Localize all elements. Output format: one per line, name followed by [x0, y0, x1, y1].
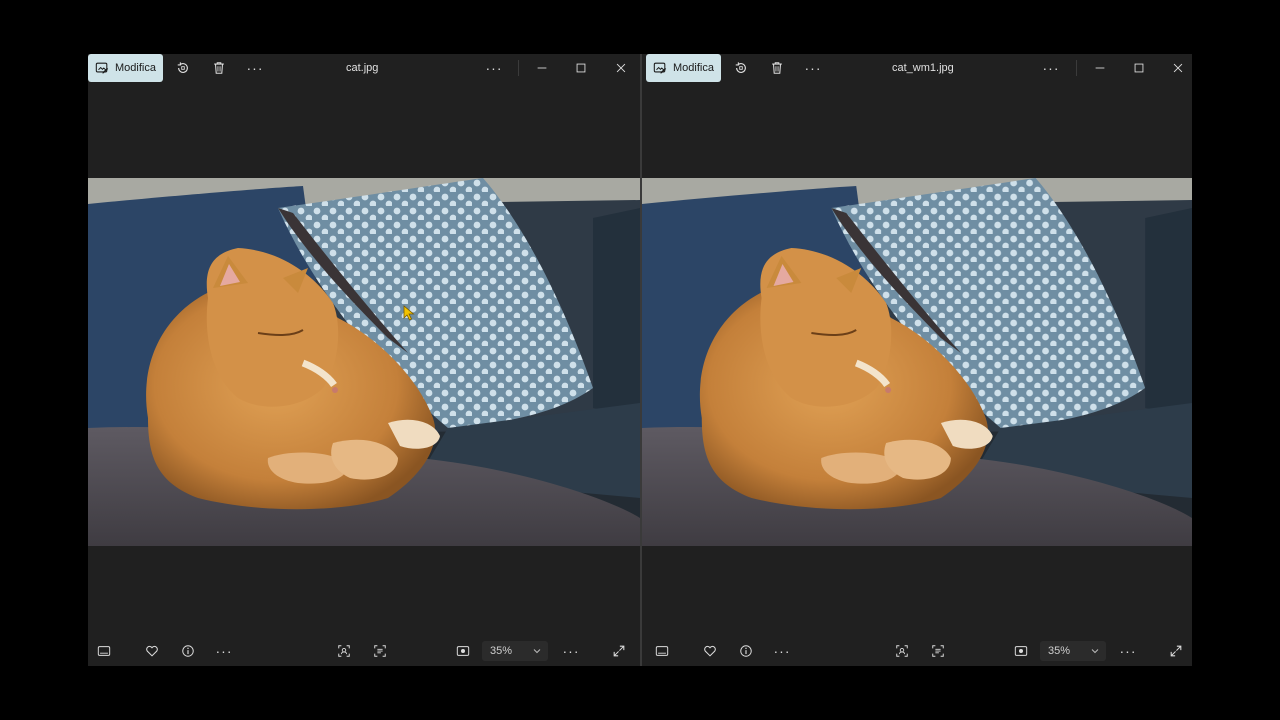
trash-icon[interactable] [211, 60, 227, 76]
chevron-down-icon [532, 646, 542, 656]
info-icon[interactable] [180, 643, 196, 659]
divider [1076, 60, 1077, 76]
bottom-toolbar: ··· 35% ··· [88, 636, 640, 666]
maximize-icon[interactable] [1131, 60, 1147, 76]
more-icon[interactable]: ··· [805, 60, 821, 76]
photo-image[interactable] [642, 178, 1192, 546]
rotate-icon[interactable] [175, 60, 191, 76]
more-icon[interactable]: ··· [216, 643, 232, 659]
more-icon[interactable]: ··· [247, 60, 263, 76]
edit-button-label: Modifica [115, 62, 156, 74]
maximize-icon[interactable] [573, 60, 589, 76]
face-scan-icon[interactable] [336, 643, 352, 659]
more-icon[interactable]: ··· [1043, 60, 1059, 76]
photo-image[interactable] [88, 178, 640, 546]
divider [518, 60, 519, 76]
fullscreen-icon[interactable] [611, 643, 627, 659]
zoom-dropdown[interactable]: 35% [482, 641, 548, 661]
chevron-down-icon [1090, 646, 1100, 656]
zoom-value: 35% [490, 645, 513, 657]
bottom-toolbar: ··· 35% ··· [642, 636, 1192, 666]
filmstrip-icon[interactable] [96, 643, 112, 659]
edit-button[interactable]: Modifica [88, 54, 163, 82]
edit-photo-icon [95, 61, 109, 75]
edit-button-label: Modifica [673, 62, 714, 74]
mouse-cursor-icon [403, 305, 415, 321]
photo-viewer-window-right: Modifica ··· cat_wm1.jpg ··· ··· 35% ··· [642, 54, 1192, 666]
text-scan-icon[interactable] [930, 643, 946, 659]
minimize-icon[interactable] [1092, 60, 1108, 76]
edit-photo-icon [653, 61, 667, 75]
minimize-icon[interactable] [534, 60, 550, 76]
face-scan-icon[interactable] [894, 643, 910, 659]
close-icon[interactable] [613, 60, 629, 76]
text-scan-icon[interactable] [372, 643, 388, 659]
fullscreen-icon[interactable] [1168, 643, 1184, 659]
more-icon[interactable]: ··· [774, 643, 790, 659]
edit-button[interactable]: Modifica [646, 54, 721, 82]
fit-view-icon[interactable] [455, 643, 471, 659]
trash-icon[interactable] [769, 60, 785, 76]
filmstrip-icon[interactable] [654, 643, 670, 659]
close-icon[interactable] [1170, 60, 1186, 76]
info-icon[interactable] [738, 643, 754, 659]
title-bar: Modifica ··· cat.jpg ··· [88, 54, 640, 82]
title-bar: Modifica ··· cat_wm1.jpg ··· [642, 54, 1192, 82]
zoom-dropdown[interactable]: 35% [1040, 641, 1106, 661]
photo-viewer-window-left: Modifica ··· cat.jpg ··· ··· 35% ··· [88, 54, 640, 666]
heart-icon[interactable] [144, 643, 160, 659]
rotate-icon[interactable] [733, 60, 749, 76]
more-icon[interactable]: ··· [563, 643, 579, 659]
more-icon[interactable]: ··· [1120, 643, 1136, 659]
heart-icon[interactable] [702, 643, 718, 659]
file-name: cat_wm1.jpg [892, 62, 954, 74]
more-icon[interactable]: ··· [486, 60, 502, 76]
file-name: cat.jpg [346, 62, 379, 74]
zoom-value: 35% [1048, 645, 1071, 657]
fit-view-icon[interactable] [1013, 643, 1029, 659]
